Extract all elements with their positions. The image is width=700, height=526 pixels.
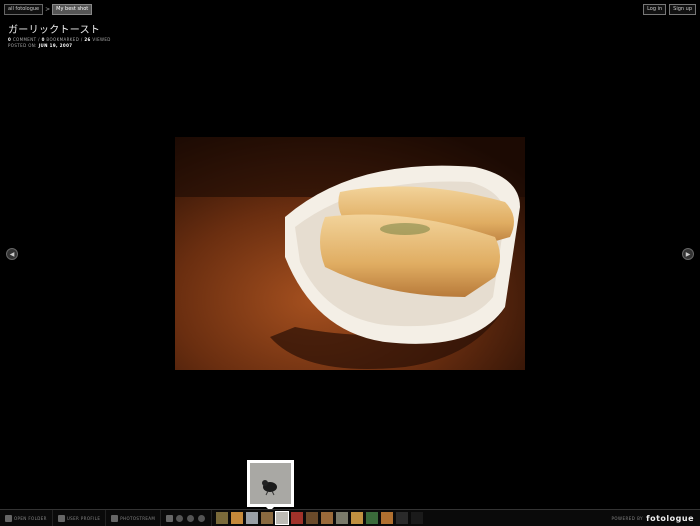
open-folder-label: OPEN FOLDER	[14, 515, 47, 521]
thumbnail[interactable]	[275, 511, 290, 525]
powered-by-label: POWERED BY	[611, 515, 644, 521]
thumbnail[interactable]	[261, 512, 274, 524]
thumbnail[interactable]	[396, 512, 409, 524]
photostream-button[interactable]: PHOTOSTREAM	[106, 510, 162, 526]
bird-preview-image	[250, 463, 291, 504]
powered-by: POWERED BY fotologue	[611, 514, 700, 523]
thumbnail[interactable]	[231, 512, 244, 524]
thumbnail[interactable]	[291, 512, 304, 524]
preview-image	[250, 463, 291, 504]
rewind-icon[interactable]	[176, 514, 184, 522]
login-button[interactable]: Log in	[643, 4, 667, 15]
breadcrumb-all-fotologue[interactable]: all fotologue	[4, 4, 44, 15]
main-photo	[175, 137, 525, 370]
photo-title: ガーリックトースト	[8, 25, 101, 36]
view-count: 26	[84, 37, 91, 42]
slideshow-controls	[161, 510, 213, 526]
user-profile-button[interactable]: USER PROFILE	[53, 510, 107, 526]
thumbnail[interactable]	[411, 512, 424, 524]
thumbnail[interactable]	[351, 512, 364, 524]
signup-button[interactable]: Sign up	[669, 4, 696, 15]
open-folder-button[interactable]: OPEN FOLDER	[0, 510, 53, 526]
posted-info: POSTED ON: JUN 19, 2007	[8, 43, 72, 48]
thumbnail-preview-popup	[247, 460, 294, 507]
photo-stats: 0 COMMENT / 0 BOOKMARKED / 26 VIEWED	[8, 37, 111, 42]
previous-photo-arrow-icon[interactable]: ◀	[6, 248, 18, 260]
photostream-label: PHOTOSTREAM	[120, 515, 156, 521]
folder-icon	[5, 514, 12, 522]
breadcrumb-separator: >	[45, 6, 51, 13]
thumbnail[interactable]	[306, 512, 319, 524]
thumbnail[interactable]	[246, 512, 259, 524]
thumbnail[interactable]	[366, 512, 379, 524]
play-icon[interactable]	[187, 514, 195, 522]
comment-count: 0	[8, 37, 12, 42]
thumbnail[interactable]	[216, 512, 229, 524]
thumbnail[interactable]	[336, 512, 349, 524]
posted-date: JUN 19, 2007	[38, 43, 73, 48]
thumbnail[interactable]	[321, 512, 334, 524]
posted-label: POSTED ON:	[8, 43, 37, 48]
comment-label[interactable]: COMMENT	[13, 37, 37, 42]
thumbnail[interactable]	[381, 512, 394, 524]
breadcrumb: all fotologue > My best shot	[4, 4, 93, 15]
thumbnail-strip	[212, 510, 427, 526]
user-profile-label: USER PROFILE	[66, 515, 101, 521]
rss-icon	[111, 514, 119, 522]
bottom-toolbar: OPEN FOLDER USER PROFILE PHOTOSTREAM POW…	[0, 509, 700, 526]
forward-icon[interactable]	[198, 514, 206, 522]
fotologue-logo[interactable]: fotologue	[646, 514, 694, 523]
account-links: Log in Sign up	[643, 4, 696, 15]
user-icon	[57, 514, 65, 522]
bookmark-count: 0	[41, 37, 45, 42]
slideshow-icon[interactable]	[166, 514, 174, 522]
breadcrumb-my-best-shot[interactable]: My best shot	[52, 4, 93, 15]
bookmark-label[interactable]: BOOKMARKED	[46, 37, 79, 42]
view-label: VIEWED	[92, 37, 111, 42]
next-photo-arrow-icon[interactable]: ▶	[682, 248, 694, 260]
photo-illustration	[175, 137, 525, 370]
